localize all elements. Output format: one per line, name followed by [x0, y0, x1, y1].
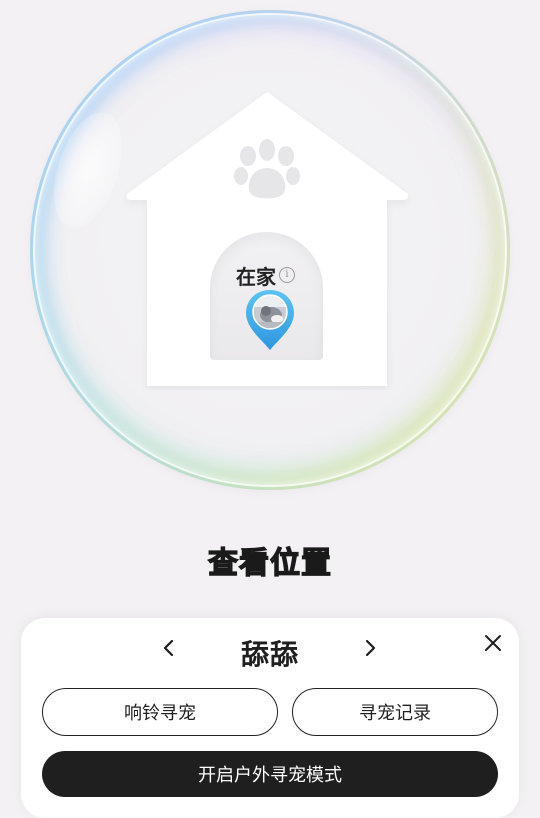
status-label: 在家 — [236, 264, 276, 289]
pet-history-button[interactable]: 寻宠记录 — [292, 688, 498, 736]
next-pet-button[interactable] — [358, 636, 382, 660]
pet-status: 在家 i — [236, 262, 295, 289]
view-location-button[interactable]: 查看位置 — [0, 538, 540, 582]
info-icon[interactable]: i — [279, 267, 295, 283]
chevron-right-icon — [365, 639, 376, 657]
pet-location-pin[interactable] — [244, 288, 296, 352]
outdoor-mode-button[interactable]: 开启户外寻宠模式 — [42, 751, 498, 797]
close-icon[interactable] — [482, 632, 504, 654]
ring-pet-button[interactable]: 响铃寻宠 — [42, 688, 278, 736]
pet-name: 舔舔 — [240, 638, 299, 671]
